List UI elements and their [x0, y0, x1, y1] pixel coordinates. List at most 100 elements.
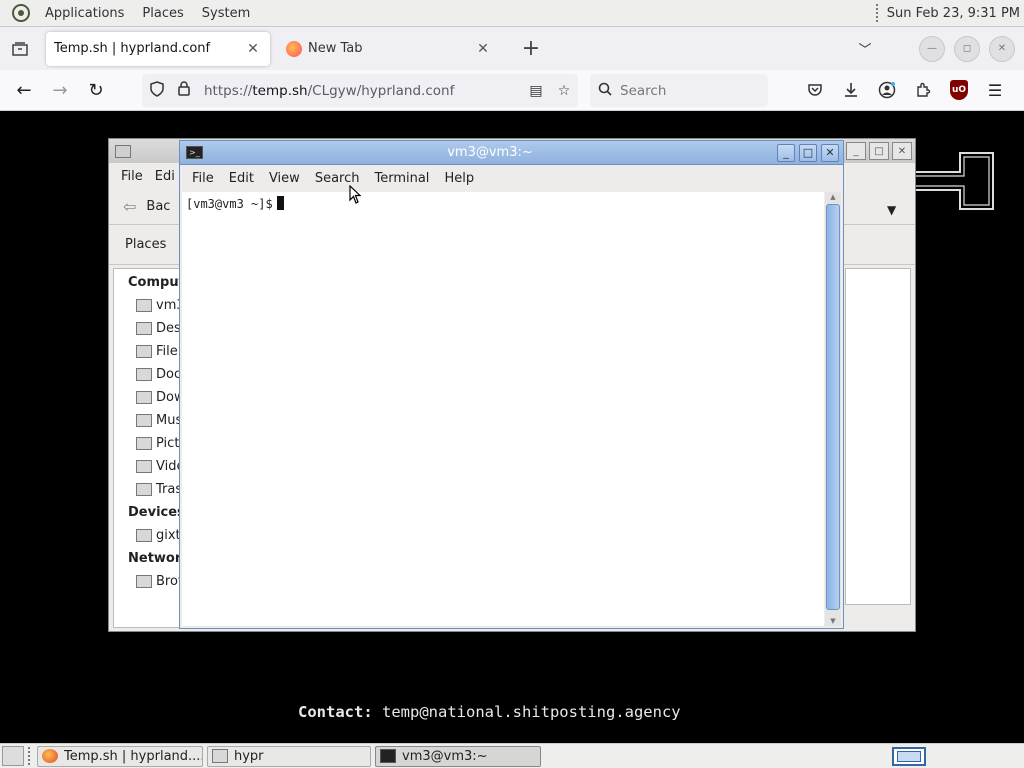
bottom-taskbar: Temp.sh | hyprland.... hypr vm3@vm3:~ [0, 743, 1024, 768]
minimize-button[interactable]: _ [846, 142, 866, 160]
menu-file[interactable]: File [121, 169, 143, 184]
tab-new-tab[interactable]: New Tab ✕ [278, 32, 500, 66]
system-menu[interactable]: System [193, 0, 259, 27]
reader-view-icon[interactable]: ▤ [522, 83, 550, 99]
task-firefox[interactable]: Temp.sh | hyprland.... [37, 745, 203, 767]
task-label: vm3@vm3:~ [402, 748, 488, 764]
documents-folder-icon [136, 368, 152, 381]
contact-email[interactable]: temp@national.shitposting.agency [382, 703, 681, 721]
panel-separator [875, 4, 881, 22]
close-tab-icon[interactable]: ✕ [474, 41, 492, 57]
bookmark-star-icon[interactable]: ☆ [550, 83, 578, 99]
scroll-down-icon[interactable]: ▼ [828, 617, 838, 625]
menu-terminal[interactable]: Terminal [368, 171, 438, 186]
chevron-down-icon[interactable]: ﹀ [851, 39, 879, 58]
terminal-icon [380, 749, 396, 763]
forward-arrow-icon[interactable]: → [45, 75, 75, 105]
close-button[interactable]: ✕ [821, 143, 839, 162]
network-icon [136, 575, 152, 588]
pictures-folder-icon [136, 437, 152, 450]
panel-clock[interactable]: Sun Feb 23, 9:31 PM [887, 6, 1024, 21]
mouse-pointer-icon [349, 185, 361, 204]
back-arrow-icon[interactable]: ⇦ [123, 197, 136, 216]
toolbar-icons: uO ☰ [800, 75, 1016, 105]
taskbar-separator [28, 747, 33, 765]
shield-icon[interactable] [150, 80, 170, 101]
downloads-icon[interactable] [836, 75, 866, 105]
browser-tabstrip: Temp.sh | hyprland.conf ✕ New Tab ✕ + ﹀ … [0, 27, 1024, 70]
scroll-up-icon[interactable]: ▲ [828, 193, 838, 201]
decorative-outline-shape [916, 152, 994, 210]
folder-icon [212, 749, 228, 763]
close-tab-icon[interactable]: ✕ [244, 41, 262, 57]
contact-label: Contact: [298, 703, 373, 721]
maximize-button[interactable]: □ [799, 143, 817, 162]
page-content: _ □ ✕ File Edi ⇦ Bac Places ▼ Compute vm… [0, 111, 1024, 743]
ublock-origin-icon[interactable]: uO [944, 75, 974, 105]
places-menu[interactable]: Places [133, 0, 192, 27]
search-icon [598, 82, 620, 100]
menu-help[interactable]: Help [438, 171, 483, 186]
places-label[interactable]: Places [125, 237, 166, 252]
contact-line: Contact: temp@national.shitposting.agenc… [298, 703, 681, 721]
url-bar[interactable]: https://temp.sh/CLgyw/hyprland.conf ▤ ☆ [142, 74, 578, 107]
pocket-icon[interactable] [800, 75, 830, 105]
firefox-icon [42, 749, 58, 763]
task-hypr-folder[interactable]: hypr [207, 745, 371, 767]
extensions-icon[interactable] [908, 75, 938, 105]
folder-icon [115, 144, 131, 158]
task-label: hypr [234, 748, 264, 764]
menu-file[interactable]: File [192, 171, 223, 186]
tab-temp-sh[interactable]: Temp.sh | hyprland.conf ✕ [46, 31, 270, 66]
show-desktop-button[interactable] [2, 746, 24, 766]
music-folder-icon [136, 414, 152, 427]
task-terminal[interactable]: vm3@vm3:~ [375, 745, 541, 767]
hamburger-menu-icon[interactable]: ☰ [980, 75, 1010, 105]
terminal-window: >_ vm3@vm3:~ _ □ ✕ File Edit View Search… [179, 140, 844, 629]
maximize-button[interactable]: □ [869, 142, 889, 160]
close-button[interactable]: ✕ [892, 142, 912, 160]
browser-navbar: ← → ↻ https://temp.sh/CLgyw/hyprland.con… [0, 70, 1024, 111]
terminal-titlebar[interactable]: >_ vm3@vm3:~ _ □ ✕ [180, 141, 843, 165]
scrollbar-thumb[interactable] [826, 204, 840, 610]
reload-icon[interactable]: ↻ [81, 75, 111, 105]
tab-title: Temp.sh | hyprland.conf [54, 41, 211, 56]
search-input[interactable]: Search [590, 74, 768, 107]
chevron-down-icon[interactable]: ▼ [887, 203, 896, 217]
shell-prompt: [vm3@vm3 ~]$ [186, 197, 273, 211]
menu-view[interactable]: View [263, 171, 309, 186]
lock-icon[interactable] [178, 81, 198, 100]
desktop-folder-icon [136, 322, 152, 335]
search-placeholder: Search [620, 82, 667, 99]
terminal-screen[interactable]: [vm3@vm3 ~]$ [182, 192, 824, 626]
home-folder-icon [136, 299, 152, 312]
minimize-button[interactable]: _ [777, 143, 795, 162]
terminal-icon: >_ [186, 146, 203, 159]
menu-edit[interactable]: Edit [223, 171, 263, 186]
back-button-label[interactable]: Bac [146, 199, 170, 214]
new-tab-button[interactable]: + [516, 34, 546, 64]
filesystem-icon [136, 345, 152, 358]
maximize-window-button[interactable]: ◻ [954, 35, 980, 62]
account-icon[interactable] [872, 75, 902, 105]
terminal-scrollbar[interactable]: ▲ ▼ [825, 192, 841, 626]
terminal-menubar: File Edit View Search Terminal Help [180, 165, 843, 191]
minimize-window-button[interactable]: — [919, 35, 945, 62]
trash-icon [136, 483, 152, 496]
gnome-foot-icon[interactable] [10, 2, 32, 24]
workspace-switcher[interactable] [892, 747, 926, 766]
menu-search[interactable]: Search [309, 171, 369, 186]
task-label: Temp.sh | hyprland.... [64, 748, 202, 764]
menu-edit[interactable]: Edi [155, 169, 175, 184]
list-all-tabs-icon[interactable] [6, 35, 34, 63]
close-window-button[interactable]: ✕ [989, 35, 1015, 62]
file-view-pane[interactable] [845, 268, 911, 605]
videos-folder-icon [136, 460, 152, 473]
drive-icon [136, 529, 152, 542]
workspace-window-preview [897, 751, 921, 762]
applications-menu[interactable]: Applications [36, 0, 133, 27]
back-arrow-icon[interactable]: ← [9, 75, 39, 105]
url-text[interactable]: https://temp.sh/CLgyw/hyprland.conf [204, 83, 522, 99]
top-panel: Applications Places System Sun Feb 23, 9… [0, 0, 1024, 27]
tab-title: New Tab [308, 41, 363, 56]
